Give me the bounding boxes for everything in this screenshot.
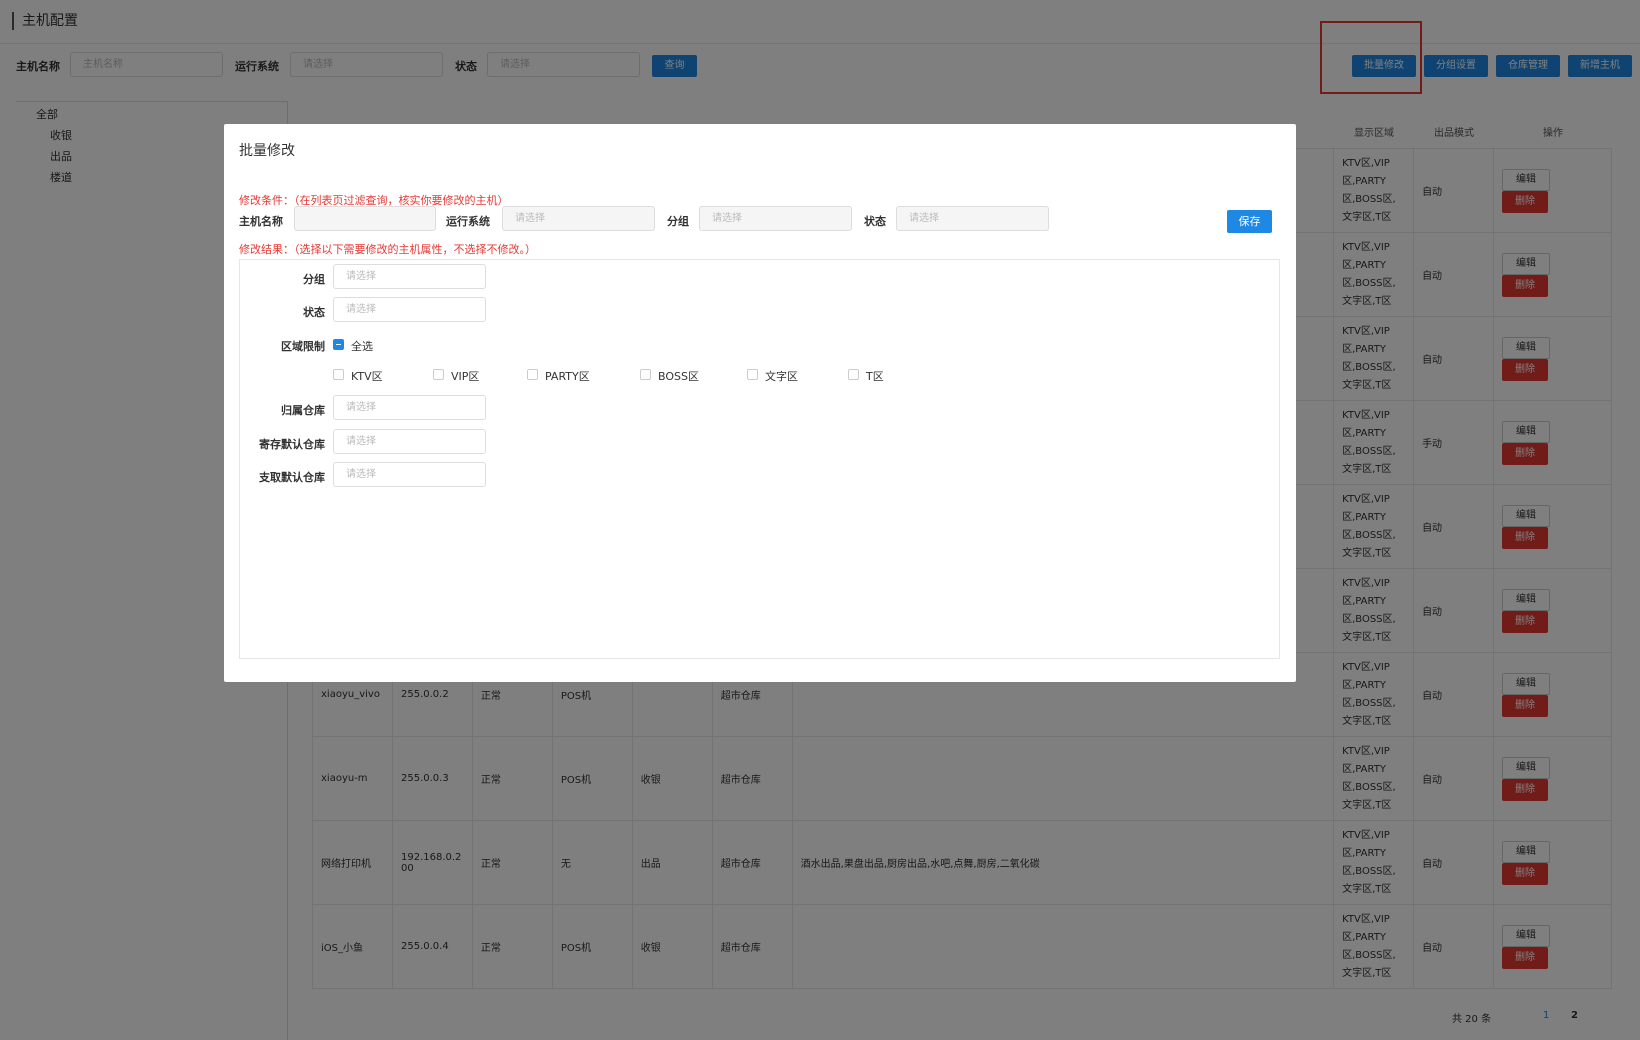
modal-title: 批量修改	[239, 143, 295, 159]
form-warehouse-label: 归属仓库	[281, 404, 325, 417]
modal-result-panel: 分组 请选择 状态 请选择 区域限制 全选 KTV区 VIP区 PARTY区 B…	[239, 259, 1280, 659]
area-label-vip: VIP区	[451, 370, 480, 383]
area-checkbox-t[interactable]	[848, 369, 859, 380]
form-deposit-warehouse-label: 寄存默认仓库	[259, 438, 325, 451]
modal-group-select[interactable]: 请选择	[699, 206, 852, 231]
form-withdraw-warehouse-label: 支取默认仓库	[259, 471, 325, 484]
area-checkbox-text[interactable]	[747, 369, 758, 380]
save-button[interactable]: 保存	[1227, 210, 1272, 233]
modal-status-select[interactable]: 请选择	[896, 206, 1049, 231]
form-group-select[interactable]: 请选择	[333, 264, 486, 289]
modal-group-label: 分组	[667, 215, 689, 228]
modal-status-label: 状态	[864, 215, 886, 228]
area-checkbox-boss[interactable]	[640, 369, 651, 380]
area-label-ktv: KTV区	[351, 370, 383, 383]
modal-os-select[interactable]: 请选择	[502, 206, 655, 231]
form-withdraw-warehouse-select[interactable]: 请选择	[333, 462, 486, 487]
area-label-t: T区	[866, 370, 884, 383]
area-label-text: 文字区	[765, 370, 798, 383]
form-warehouse-select[interactable]: 请选择	[333, 395, 486, 420]
form-group-label: 分组	[303, 273, 325, 286]
modal-result-note: 修改结果：（选择以下需要修改的主机属性，不选择不修改。）	[239, 243, 536, 256]
form-deposit-warehouse-select[interactable]: 请选择	[333, 429, 486, 454]
modal-host-name-input[interactable]	[294, 206, 436, 231]
select-all-checkbox[interactable]	[333, 339, 344, 350]
area-checkbox-party[interactable]	[527, 369, 538, 380]
form-status-select[interactable]: 请选择	[333, 297, 486, 322]
form-area-label: 区域限制	[281, 340, 325, 353]
modal-os-label: 运行系统	[446, 215, 490, 228]
area-checkbox-vip[interactable]	[433, 369, 444, 380]
area-label-party: PARTY区	[545, 370, 590, 383]
area-label-boss: BOSS区	[658, 370, 699, 383]
modal-host-name-label: 主机名称	[239, 215, 283, 228]
select-all-label: 全选	[351, 340, 373, 353]
batch-edit-modal: 批量修改 修改条件：（在列表页过滤查询，核实你要修改的主机） 主机名称 运行系统…	[224, 124, 1296, 682]
area-checkbox-ktv[interactable]	[333, 369, 344, 380]
form-status-label: 状态	[303, 306, 325, 319]
